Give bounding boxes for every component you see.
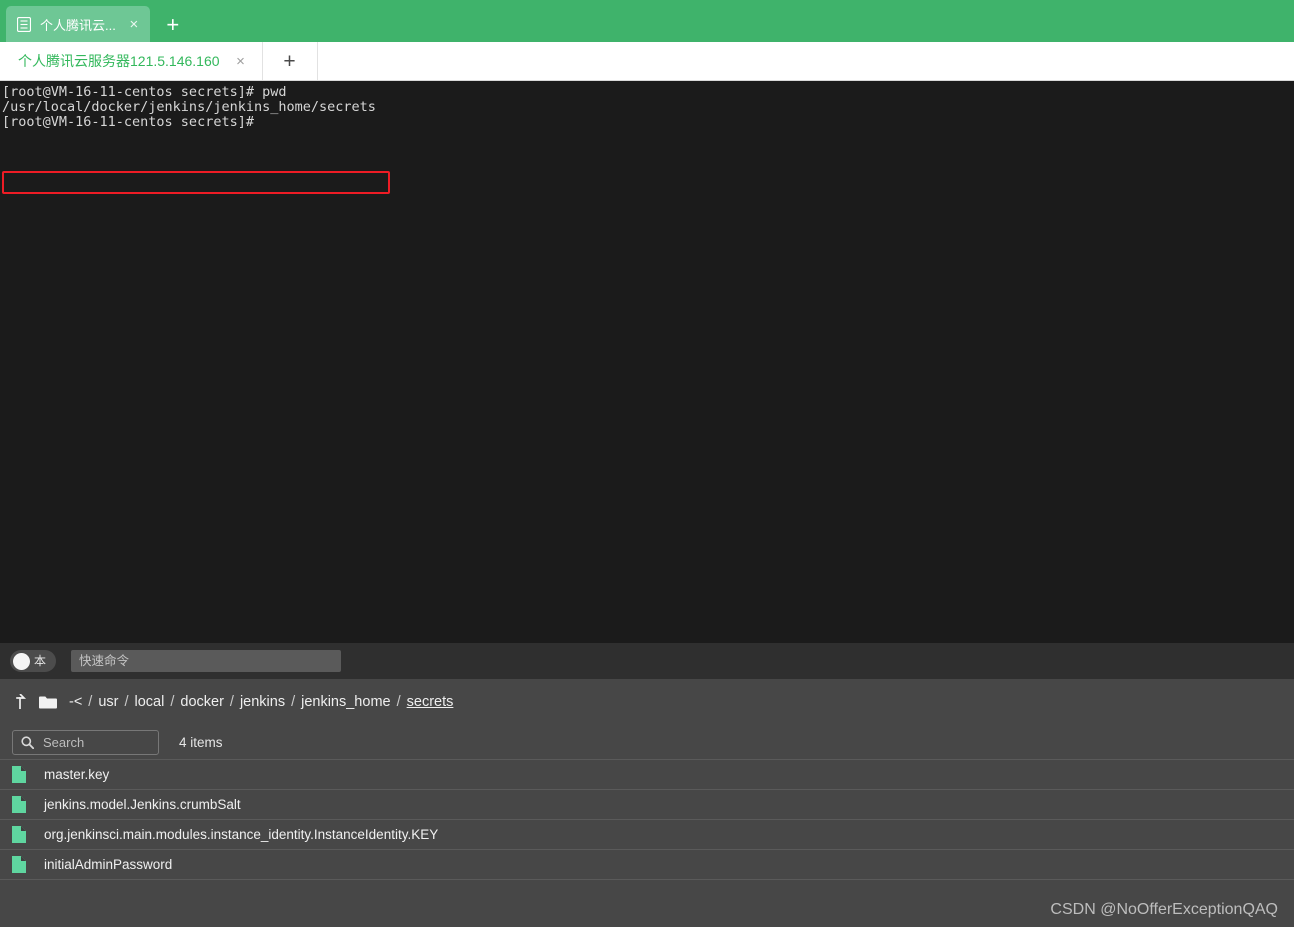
breadcrumb-separator: / (88, 694, 93, 710)
breadcrumb-separator: / (124, 694, 129, 710)
list-item[interactable]: jenkins.model.Jenkins.crumbSalt (0, 790, 1294, 820)
app-tab-title: 个人腾讯云... (40, 17, 116, 33)
file-icon (12, 766, 26, 783)
session-tabbar: 个人腾讯云服务器121.5.146.160 × + (0, 42, 1294, 81)
list-item[interactable]: org.jenkinsci.main.modules.instance_iden… (0, 820, 1294, 850)
breadcrumb-segment-secrets[interactable]: secrets (407, 694, 454, 710)
breadcrumb-root[interactable]: -< (69, 694, 82, 710)
list-item[interactable]: master.key (0, 760, 1294, 790)
search-input[interactable] (41, 733, 150, 751)
search-box[interactable] (12, 729, 159, 755)
breadcrumb-separator: / (291, 694, 296, 710)
new-app-tab-button[interactable]: + (158, 10, 188, 40)
new-session-tab-button[interactable]: + (263, 42, 318, 80)
file-name: org.jenkinsci.main.modules.instance_iden… (44, 827, 439, 842)
file-name: master.key (44, 767, 110, 782)
local-mode-toggle[interactable]: 本 (10, 650, 56, 672)
session-tab-title: 个人腾讯云服务器121.5.146.160 (18, 53, 220, 69)
quick-command-bar: 本 (0, 643, 1294, 679)
file-manager-panel: -< / usr / local / docker / jenkins / je… (0, 679, 1294, 927)
toggle-label: 本 (34, 654, 47, 668)
file-icon (12, 856, 26, 873)
document-icon (16, 16, 32, 32)
arrow-up-icon[interactable] (14, 694, 27, 710)
breadcrumb-separator: / (396, 694, 401, 710)
list-item[interactable]: initialAdminPassword (0, 850, 1294, 880)
app-tabbar: 个人腾讯云... × + (0, 0, 1294, 42)
watermark: CSDN @NoOfferExceptionQAQ (1050, 901, 1278, 918)
terminal-line: [root@VM-16-11-centos secrets]# pwd (2, 84, 287, 100)
terminal-output[interactable]: [root@VM-16-11-centos secrets]# pwd /usr… (0, 81, 1294, 643)
breadcrumb-segment-docker[interactable]: docker (180, 694, 224, 710)
toggle-knob-icon (13, 652, 30, 670)
close-icon[interactable]: × (234, 54, 248, 69)
item-count-label: 4 items (179, 734, 223, 750)
close-icon[interactable]: × (126, 16, 142, 32)
quick-command-input[interactable] (71, 650, 341, 672)
file-panel-toolbar: 4 items (0, 725, 1294, 759)
breadcrumb: -< / usr / local / docker / jenkins / je… (0, 679, 1294, 725)
breadcrumb-segment-jenkins[interactable]: jenkins (240, 694, 285, 710)
terminal-line: /usr/local/docker/jenkins/jenkins_home/s… (2, 99, 376, 115)
file-icon (12, 826, 26, 843)
file-name: jenkins.model.Jenkins.crumbSalt (44, 797, 241, 812)
file-name: initialAdminPassword (44, 857, 173, 872)
search-icon (21, 735, 34, 749)
app-tab-active[interactable]: 个人腾讯云... × (6, 6, 150, 42)
breadcrumb-separator: / (229, 694, 234, 710)
session-tab-active[interactable]: 个人腾讯云服务器121.5.146.160 × (0, 42, 263, 80)
terminal-line: [root@VM-16-11-centos secrets]# (2, 114, 254, 130)
breadcrumb-segment-usr[interactable]: usr (98, 694, 118, 710)
file-icon (12, 796, 26, 813)
breadcrumb-separator: / (170, 694, 175, 710)
breadcrumb-segment-jenkins-home[interactable]: jenkins_home (301, 694, 390, 710)
file-list: master.key jenkins.model.Jenkins.crumbSa… (0, 759, 1294, 880)
highlight-annotation-box (2, 171, 390, 194)
folder-icon[interactable] (39, 695, 57, 709)
breadcrumb-segment-local[interactable]: local (135, 694, 165, 710)
